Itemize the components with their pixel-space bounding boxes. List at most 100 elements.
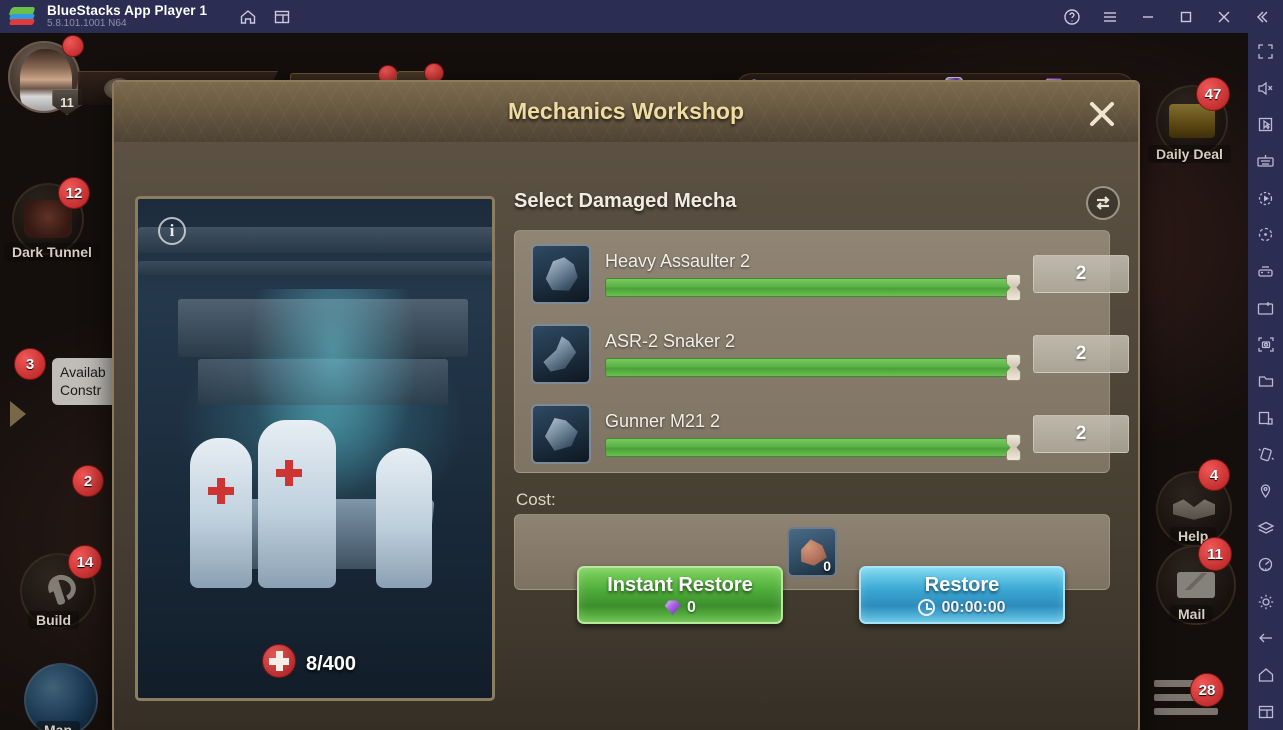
mecha-row[interactable]: ASR-2 Snaker 2 2 [531,321,1129,387]
swap-refresh-icon[interactable] [1086,186,1120,220]
home-icon[interactable] [1248,657,1283,694]
tooltip-line-1: Availab [60,364,106,380]
game-viewport[interactable]: 11 15,349 VIP 1 10/04 11:20 75 37 [0,33,1248,730]
hud-button-map[interactable] [22,661,100,730]
app-root: BlueStacks App Player 1 5.8.101.1001 N64 [0,0,1283,730]
mecha-quantity-slider[interactable] [605,434,1021,461]
mecha-quantity-slider[interactable] [605,354,1021,381]
close-icon[interactable] [1084,96,1120,132]
bluestacks-sidebar [1248,33,1283,730]
titlebar-window-controls [1053,0,1283,33]
slider-track [605,438,1013,457]
mecha-quantity-value: 2 [1033,415,1129,453]
instant-restore-cost-value: 0 [687,598,696,616]
media-manager-icon[interactable] [1248,363,1283,400]
help-badge: 4 [1198,459,1230,491]
heavy-assaulter-thumb[interactable] [531,244,591,304]
cost-item[interactable]: 0 [787,527,837,577]
instant-restore-button[interactable]: Instant Restore 0 [577,566,783,624]
gunner-m21-thumb[interactable] [531,404,591,464]
screenshot-icon[interactable] [1248,327,1283,364]
mecha-name: Gunner M21 2 [605,411,721,431]
hamburger-menu-icon[interactable] [1091,0,1129,33]
daily-deal-badge: 47 [1196,77,1230,111]
player-level: 11 [52,89,82,115]
hud-label-mail: Mail [1170,605,1214,623]
restore-button[interactable]: Restore 00:00:00 [859,566,1065,624]
bluestacks-logo-icon [8,6,36,28]
tooltip-line-2: Constr [60,381,102,398]
app-version: 5.8.101.1001 N64 [47,17,127,29]
app-title-block: BlueStacks App Player 1 5.8.101.1001 N64 [47,2,208,30]
mecha-info: Heavy Assaulter 2 [605,251,1021,301]
settings-gear-icon[interactable] [1248,583,1283,620]
mecha-quantity-slider[interactable] [605,274,1021,301]
hud-label-build: Build [28,611,79,629]
home-icon[interactable] [231,0,265,33]
expand-arrow-icon[interactable] [10,401,26,427]
gem-icon [664,600,681,615]
multi-instance-icon[interactable] [265,0,299,33]
mail-badge: 11 [1198,537,1232,571]
instant-restore-cost: 0 [664,599,696,617]
hp-value: 8/400 [306,653,357,675]
recents-icon[interactable] [1248,693,1283,730]
avatar-alert-badge [62,35,84,57]
install-apk-icon[interactable] [1248,290,1283,327]
stopwatch-icon [918,599,936,616]
mute-icon[interactable] [1248,70,1283,107]
keyboard-controls-icon[interactable] [1248,143,1283,180]
minimize-icon[interactable] [1129,0,1167,33]
window-titlebar: BlueStacks App Player 1 5.8.101.1001 N64 [0,0,1283,33]
slider-track [605,278,1013,297]
tasks-badge: 28 [1190,673,1224,707]
hud-label-daily-deal: Daily Deal [1148,145,1231,163]
health-cross-icon [262,644,296,678]
layers-icon[interactable] [1248,510,1283,547]
mechanics-workshop-dialog: Mechanics Workshop i 8/400 Select Damage… [112,80,1140,730]
mecha-info: Gunner M21 2 [605,411,1021,461]
mecha-quantity-value: 2 [1033,335,1129,373]
mecha-row[interactable]: Heavy Assaulter 2 2 [531,241,1129,307]
maximize-icon[interactable] [1167,0,1205,33]
mecha-list-panel: Heavy Assaulter 2 2 ASR-2 Snaker 2 2 Gun… [514,230,1129,473]
app-name: BlueStacks App Player 1 [47,2,208,18]
dialog-title: Mechanics Workshop [507,98,745,124]
collapse-sidebar-icon[interactable] [1243,0,1281,33]
macro-recorder-icon[interactable] [1248,180,1283,217]
hud-label-map: Map [36,721,80,730]
performance-icon[interactable] [1248,547,1283,584]
cost-item-quantity: 0 [823,558,831,574]
cost-label: Cost: [516,490,556,509]
help-icon[interactable] [1053,0,1091,33]
fullscreen-icon[interactable] [1248,33,1283,70]
mecha-preview-image: i 8/400 [135,196,495,701]
asr2-snaker-thumb[interactable] [531,324,591,384]
dark-tunnel-badge: 12 [58,177,90,209]
multi-instance-icon[interactable] [1248,400,1283,437]
back-icon[interactable] [1248,620,1283,657]
globe-icon [24,663,98,730]
restore-label: Restore [924,573,1000,596]
envelope-icon [1177,572,1215,598]
wrench-icon [43,575,73,607]
mecha-name: ASR-2 Snaker 2 [605,331,736,351]
restore-time: 00:00:00 [918,598,1006,617]
close-icon[interactable] [1205,0,1243,33]
rotate-icon[interactable] [1248,216,1283,253]
shake-icon[interactable] [1248,437,1283,474]
cursor-icon[interactable] [1248,106,1283,143]
gamepad-icon[interactable] [1248,253,1283,290]
restore-time-value: 00:00:00 [941,598,1006,616]
mecha-quantity-value: 2 [1033,255,1129,293]
mecha-row[interactable]: Gunner M21 2 2 [531,401,1129,467]
section-title: Select Damaged Mecha [514,190,737,212]
location-icon[interactable] [1248,473,1283,510]
slider-track [605,358,1013,377]
handshake-icon [1173,499,1215,520]
titlebar-left-icons [231,0,299,33]
dialog-header: Mechanics Workshop [114,82,1138,142]
mecha-info: ASR-2 Snaker 2 [605,331,1021,381]
info-icon[interactable]: i [158,217,186,245]
build-badge: 14 [68,545,102,579]
